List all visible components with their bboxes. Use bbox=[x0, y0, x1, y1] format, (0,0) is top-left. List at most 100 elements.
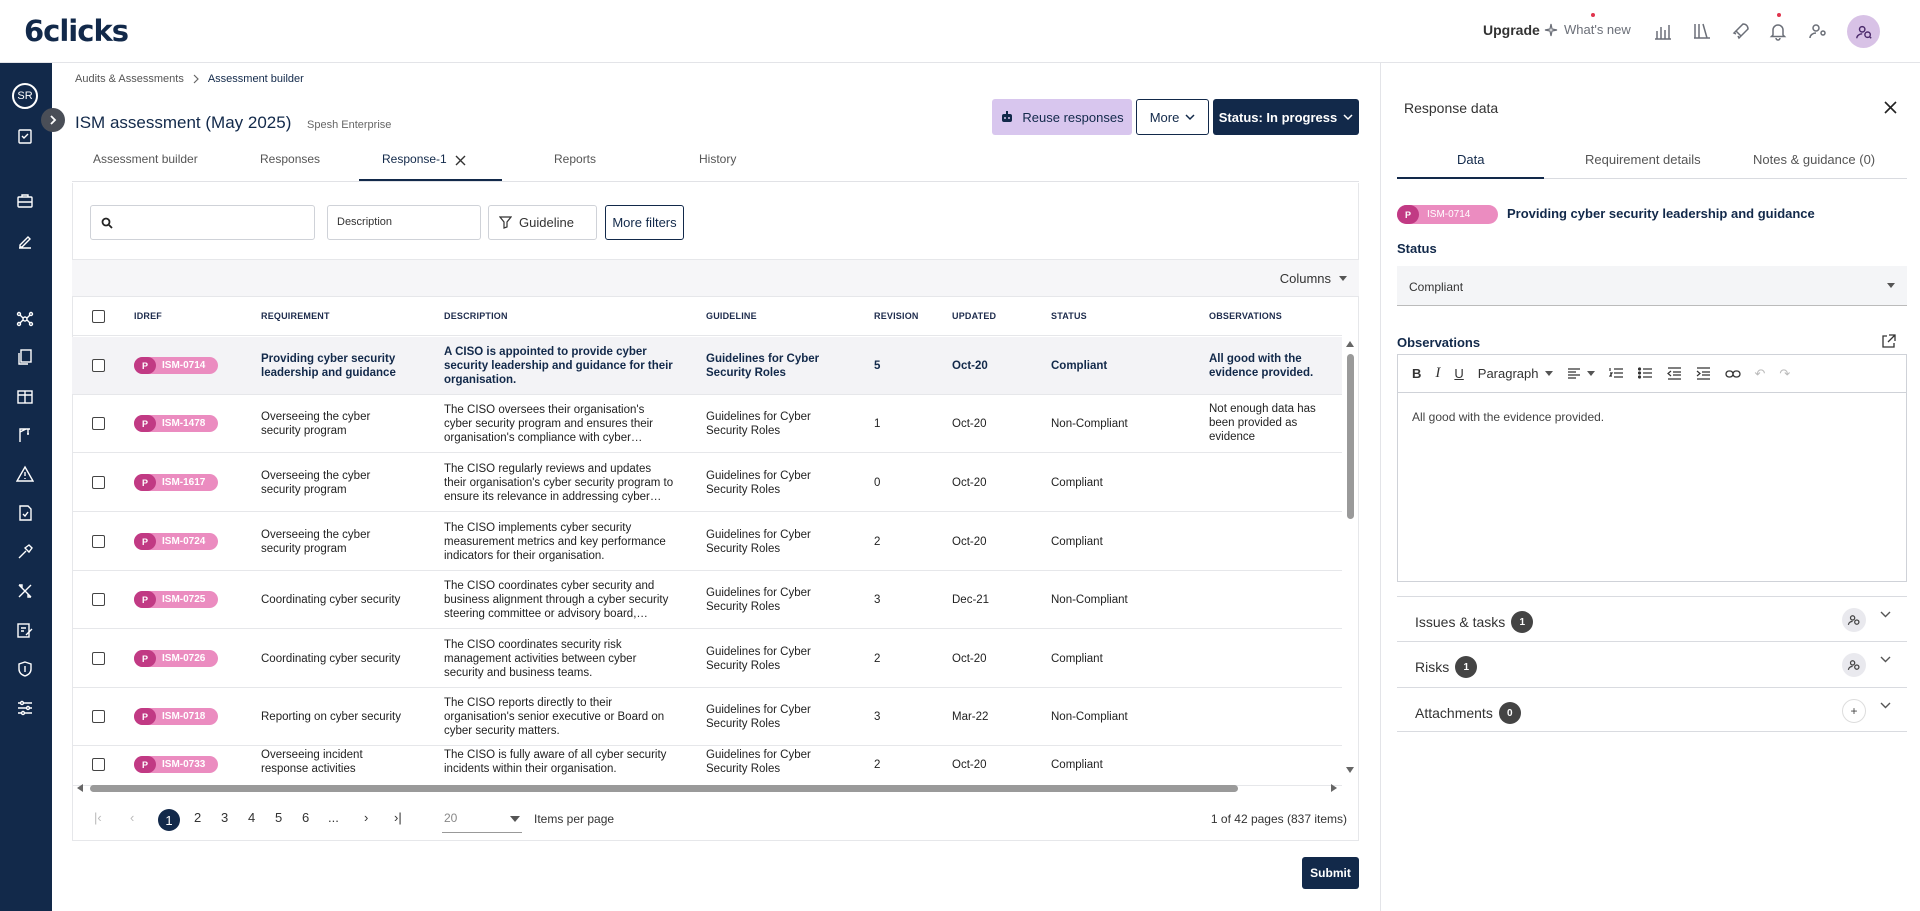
warning-icon[interactable] bbox=[14, 463, 36, 485]
idref-badge[interactable]: P ISM-0733 bbox=[134, 756, 218, 773]
next-page-icon[interactable]: › bbox=[364, 810, 368, 825]
reuse-responses-button[interactable]: Reuse responses bbox=[992, 99, 1132, 135]
chevron-down-icon[interactable] bbox=[1880, 611, 1891, 618]
risks-section[interactable]: Risks 1 bbox=[1397, 641, 1907, 686]
page-1[interactable]: 1 bbox=[158, 809, 180, 831]
analytics-icon[interactable] bbox=[1651, 19, 1675, 43]
close-icon[interactable] bbox=[1884, 101, 1897, 114]
col-updated[interactable]: UPDATED bbox=[952, 311, 996, 321]
page-4[interactable]: 4 bbox=[248, 810, 255, 825]
search-input[interactable] bbox=[90, 205, 315, 240]
row-checkbox[interactable] bbox=[92, 359, 105, 372]
form-edit-icon[interactable] bbox=[14, 619, 36, 641]
table-row[interactable]: P ISM-0726 Coordinating cyber security The … bbox=[72, 630, 1342, 688]
tab-notes-guidance[interactable]: Notes & guidance (0) bbox=[1753, 152, 1875, 167]
align-left-icon[interactable] bbox=[1567, 367, 1595, 380]
shield-icon[interactable] bbox=[14, 658, 36, 680]
col-revision[interactable]: REVISION bbox=[874, 311, 919, 321]
page-ellipsis[interactable]: ... bbox=[328, 810, 339, 825]
row-checkbox[interactable] bbox=[92, 417, 105, 430]
chevron-down-icon[interactable] bbox=[1880, 702, 1891, 709]
sliders-icon[interactable] bbox=[14, 697, 36, 719]
horizontal-scroll-thumb[interactable] bbox=[90, 785, 1238, 792]
breadcrumb-audits[interactable]: Audits & Assessments bbox=[75, 73, 184, 85]
idref-badge[interactable]: P ISM-1478 bbox=[134, 415, 218, 432]
issues-tasks-section[interactable]: Issues & tasks 1 bbox=[1397, 596, 1907, 641]
edit-icon[interactable] bbox=[14, 231, 36, 253]
bullet-list-icon[interactable] bbox=[1637, 367, 1653, 380]
more-button[interactable]: More bbox=[1136, 99, 1209, 135]
building-icon[interactable] bbox=[14, 385, 36, 407]
tab-assessment-builder[interactable]: Assessment builder bbox=[93, 152, 198, 166]
col-status[interactable]: STATUS bbox=[1051, 311, 1087, 321]
page-3[interactable]: 3 bbox=[221, 810, 228, 825]
undo-icon[interactable]: ↶ bbox=[1755, 366, 1766, 382]
page-5[interactable]: 5 bbox=[275, 810, 282, 825]
idref-badge[interactable]: P ISM-0724 bbox=[134, 533, 218, 550]
col-idref[interactable]: IDREF bbox=[134, 311, 162, 321]
prev-page-icon[interactable]: ‹ bbox=[130, 810, 134, 825]
tab-response-1[interactable]: Response-1 bbox=[382, 152, 447, 166]
table-row[interactable]: P ISM-1617 Overseeing the cyber security p… bbox=[72, 454, 1342, 512]
table-row[interactable]: P ISM-0714 Providing cyber security leader… bbox=[72, 337, 1342, 395]
network-icon[interactable] bbox=[14, 308, 36, 330]
table-row[interactable]: P ISM-0718 Reporting on cyber security The … bbox=[72, 688, 1342, 746]
checklist-icon[interactable] bbox=[14, 502, 36, 524]
description-filter[interactable]: Description bbox=[327, 205, 481, 240]
horizontal-scrollbar[interactable] bbox=[76, 782, 1338, 794]
sidebar-expand-button[interactable] bbox=[41, 108, 65, 132]
close-tab-icon[interactable] bbox=[455, 155, 466, 166]
attachments-section[interactable]: Attachments 0 + bbox=[1397, 687, 1907, 732]
idref-badge[interactable]: P ISM-0718 bbox=[134, 708, 218, 725]
tab-reports[interactable]: Reports bbox=[554, 152, 596, 166]
ordered-list-icon[interactable] bbox=[1608, 367, 1624, 380]
app-logo[interactable]: 6clicks bbox=[24, 14, 129, 48]
page-2[interactable]: 2 bbox=[194, 810, 201, 825]
idref-badge[interactable]: P ISM-0726 bbox=[134, 650, 218, 667]
briefcase-icon[interactable] bbox=[14, 190, 36, 212]
italic-icon[interactable]: I bbox=[1435, 365, 1440, 382]
row-checkbox[interactable] bbox=[92, 535, 105, 548]
documents-icon[interactable] bbox=[14, 346, 36, 368]
table-row[interactable]: P ISM-0725 Coordinating cyber security The … bbox=[72, 571, 1342, 629]
link-icon[interactable] bbox=[1724, 369, 1741, 379]
col-requirement[interactable]: REQUIREMENT bbox=[261, 311, 330, 321]
col-description[interactable]: DESCRIPTION bbox=[444, 311, 508, 321]
vertical-scroll-thumb[interactable] bbox=[1347, 354, 1354, 519]
tab-responses[interactable]: Responses bbox=[260, 152, 320, 166]
row-checkbox[interactable] bbox=[92, 652, 105, 665]
whats-new-link[interactable]: What's new bbox=[1544, 22, 1631, 37]
last-page-icon[interactable]: ›| bbox=[394, 810, 402, 825]
user-settings-icon[interactable] bbox=[1806, 19, 1830, 43]
row-checkbox[interactable] bbox=[92, 593, 105, 606]
tab-history[interactable]: History bbox=[699, 152, 736, 166]
items-per-page-select[interactable]: 20 bbox=[442, 807, 522, 833]
page-6[interactable]: 6 bbox=[302, 810, 309, 825]
status-select[interactable]: Compliant bbox=[1397, 266, 1907, 306]
columns-dropdown[interactable]: Columns bbox=[1280, 271, 1347, 286]
idref-badge[interactable]: P ISM-1617 bbox=[134, 474, 218, 491]
hammer-icon[interactable] bbox=[14, 541, 36, 563]
crane-icon[interactable] bbox=[14, 424, 36, 446]
row-checkbox[interactable] bbox=[92, 710, 105, 723]
row-checkbox[interactable] bbox=[92, 758, 105, 771]
observations-text[interactable]: All good with the evidence provided. bbox=[1412, 410, 1604, 424]
tab-requirement-details[interactable]: Requirement details bbox=[1585, 152, 1701, 167]
idref-badge[interactable]: P ISM-0714 bbox=[134, 357, 218, 374]
indent-icon[interactable] bbox=[1696, 367, 1711, 380]
observations-editor[interactable]: B I U Paragraph ↶ ↷ All good with the ev… bbox=[1397, 354, 1907, 582]
col-observations[interactable]: OBSERVATIONS bbox=[1209, 311, 1282, 321]
add-icon[interactable]: + bbox=[1842, 699, 1866, 723]
user-avatar[interactable] bbox=[1847, 15, 1880, 48]
upgrade-link[interactable]: Upgrade bbox=[1483, 22, 1540, 38]
sidebar-user-avatar[interactable]: SR bbox=[12, 83, 38, 109]
notifications-icon[interactable] bbox=[1766, 19, 1790, 43]
underline-icon[interactable]: U bbox=[1454, 366, 1463, 381]
paragraph-style-select[interactable]: Paragraph bbox=[1478, 366, 1553, 381]
table-row[interactable]: P ISM-0733 Overseeing incident response ac… bbox=[72, 746, 1342, 786]
rocket-icon[interactable] bbox=[1729, 19, 1753, 43]
more-filters-button[interactable]: More filters bbox=[605, 205, 684, 240]
vertical-scrollbar[interactable] bbox=[1345, 338, 1355, 778]
col-guideline[interactable]: GUIDELINE bbox=[706, 311, 757, 321]
row-checkbox[interactable] bbox=[92, 476, 105, 489]
